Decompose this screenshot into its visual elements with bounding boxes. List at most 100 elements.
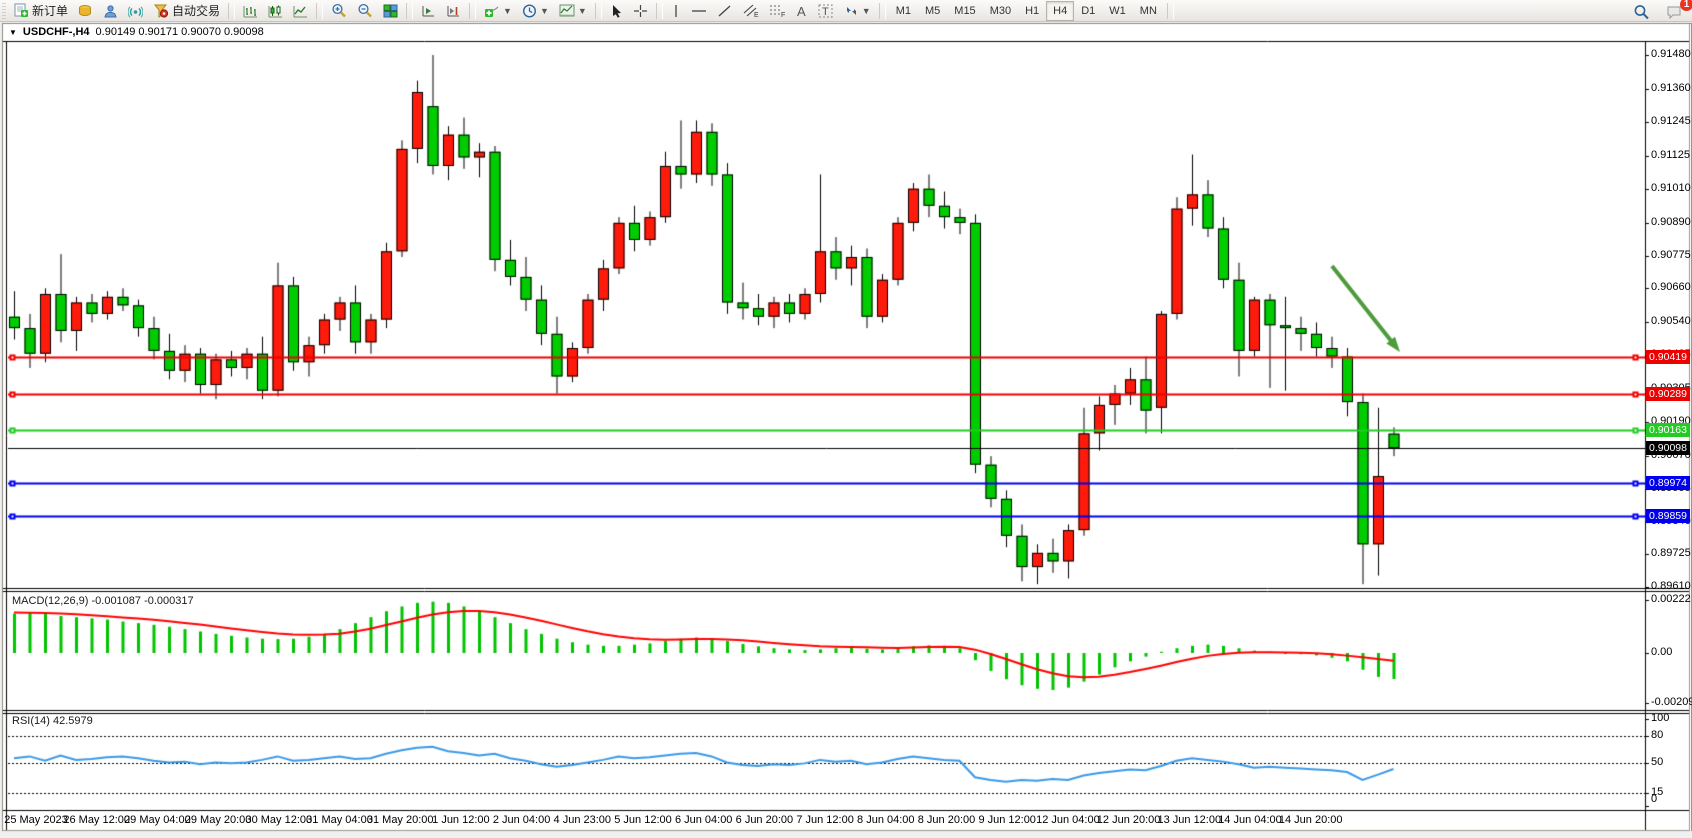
macd-axis-tick: 0.00 (1651, 646, 1672, 658)
window-menu-icon[interactable]: ▼ (9, 28, 17, 37)
macd-indicator-values: -0.001087 -0.000317 (91, 595, 193, 607)
toolbar-separator (469, 3, 476, 19)
svg-text:T: T (822, 6, 829, 18)
toolbar-grip (2, 3, 6, 19)
time-axis-label: 31 May 20:00 (367, 814, 434, 826)
rsi-axis-tick: 50 (1651, 756, 1663, 768)
time-axis-label: 12 Jun 20:00 (1097, 814, 1161, 826)
svg-text:E: E (754, 12, 759, 18)
price-level-badge: 0.90163 (1646, 423, 1690, 437)
periods-clock-icon (522, 4, 537, 18)
history-center-button[interactable] (73, 0, 98, 22)
crosshair-icon (633, 4, 648, 18)
vertical-line-tool[interactable] (666, 0, 686, 22)
new-order-button[interactable]: 新订单 (8, 0, 73, 22)
time-axis-label: 1 Jun 12:00 (432, 814, 490, 826)
time-axis-label: 13 Jun 12:00 (1157, 814, 1221, 826)
timeframe-m15[interactable]: M15 (947, 1, 982, 21)
notification-badge: 1 (1680, 0, 1692, 11)
auto-trading-button[interactable]: 自动交易 (148, 0, 225, 22)
price-axis-tick: 0.91245 (1651, 115, 1691, 127)
bar-chart-icon (243, 4, 258, 18)
timeframe-m1[interactable]: M1 (889, 1, 918, 21)
zoom-in-button[interactable] (326, 0, 352, 22)
ohlc-readout: 0.90149 0.90171 0.90070 0.90098 (96, 26, 264, 38)
timeframe-h1[interactable]: H1 (1018, 1, 1046, 21)
signals-button[interactable] (123, 0, 148, 22)
time-axis-label: 9 Jun 12:00 (978, 814, 1036, 826)
notifications-button[interactable]: 1 (1661, 1, 1688, 23)
price-level-badge: 0.89859 (1646, 509, 1690, 523)
timeframe-group: M1M5M15M30H1H4D1W1MN (889, 1, 1164, 21)
tile-windows-button[interactable] (378, 0, 403, 22)
time-axis-label: 31 May 04:00 (306, 814, 373, 826)
timeframe-w1[interactable]: W1 (1102, 1, 1133, 21)
price-axis-tick: 0.90660 (1651, 281, 1691, 293)
candlestick-chart-icon (268, 4, 283, 18)
time-axis-label: 29 May 20:00 (185, 814, 252, 826)
toolbar-separator (595, 3, 602, 19)
macd-indicator-name: MACD(12,26,9) (12, 595, 88, 607)
candlestick-chart-button[interactable] (263, 0, 288, 22)
price-axis-tick: 0.91360 (1651, 82, 1691, 94)
price-axis-tick: 0.90775 (1651, 249, 1691, 261)
trendline-icon (717, 4, 732, 18)
profile-icon (103, 4, 118, 18)
timeframe-mn[interactable]: MN (1133, 1, 1164, 21)
fibonacci-tool[interactable]: F (764, 0, 791, 22)
bar-chart-button[interactable] (238, 0, 263, 22)
line-chart-button[interactable] (288, 0, 313, 22)
arrows-icon (844, 4, 859, 18)
arrows-tool[interactable]: ▼ (839, 0, 876, 22)
gold-coins-icon (78, 4, 93, 18)
price-level-badge: 0.89974 (1646, 476, 1690, 490)
chart-title-bar[interactable]: ▼ USDCHF-,H4 0.90149 0.90171 0.90070 0.9… (3, 24, 1649, 40)
templates-icon (559, 3, 575, 18)
time-axis-label: 6 Jun 04:00 (675, 814, 733, 826)
trendline-tool[interactable] (712, 0, 737, 22)
chart-shift-button[interactable] (441, 0, 466, 22)
time-axis-label: 25 May 2023 (4, 814, 68, 826)
timeframe-h4[interactable]: H4 (1046, 1, 1074, 21)
current-price-badge: 0.90098 (1646, 441, 1690, 455)
new-order-label: 新订单 (32, 2, 68, 19)
toolbar-separator (879, 3, 886, 19)
text-label-tool[interactable]: T (813, 0, 839, 22)
time-axis-label: 6 Jun 20:00 (736, 814, 794, 826)
toolbar-separator (316, 3, 323, 19)
toolbar-separator (406, 3, 413, 19)
crosshair-tool-button[interactable] (628, 0, 653, 22)
text-tool[interactable]: A (791, 0, 813, 22)
chart-shift-icon (446, 4, 461, 18)
time-axis-label: 12 Jun 04:00 (1036, 814, 1100, 826)
price-axis-tick: 0.89725 (1651, 547, 1691, 559)
indicators-button[interactable]: ▼ (479, 0, 517, 22)
cursor-tool-button[interactable] (605, 0, 628, 22)
periods-button[interactable]: ▼ (517, 0, 554, 22)
accounts-button[interactable] (98, 0, 123, 22)
timeframe-m5[interactable]: M5 (918, 1, 947, 21)
price-chart-canvas[interactable] (0, 0, 1692, 838)
equidistant-channel-tool[interactable]: E (737, 0, 764, 22)
time-axis-label: 2 Jun 04:00 (493, 814, 551, 826)
toolbar-separator (1167, 3, 1174, 19)
search-button[interactable] (1628, 1, 1655, 23)
timeframe-d1[interactable]: D1 (1074, 1, 1102, 21)
price-axis-tick: 0.89610 (1651, 580, 1691, 592)
auto-scroll-button[interactable] (416, 0, 441, 22)
svg-text:F: F (781, 12, 785, 18)
text-label-icon: T (818, 4, 834, 18)
templates-button[interactable]: ▼ (554, 0, 592, 22)
horizontal-line-tool[interactable] (686, 0, 712, 22)
zoom-out-icon (357, 3, 373, 18)
macd-axis-tick: 0.00222 (1651, 593, 1691, 605)
time-axis-label: 26 May 12:00 (63, 814, 130, 826)
timeframe-m30[interactable]: M30 (983, 1, 1018, 21)
text-icon: A (796, 4, 808, 18)
time-axis-label: 7 Jun 12:00 (796, 814, 854, 826)
zoom-in-icon (331, 3, 347, 18)
svg-text:A: A (797, 4, 806, 18)
fibonacci-icon: F (769, 3, 786, 18)
zoom-out-button[interactable] (352, 0, 378, 22)
dropdown-caret: ▼ (578, 6, 587, 16)
